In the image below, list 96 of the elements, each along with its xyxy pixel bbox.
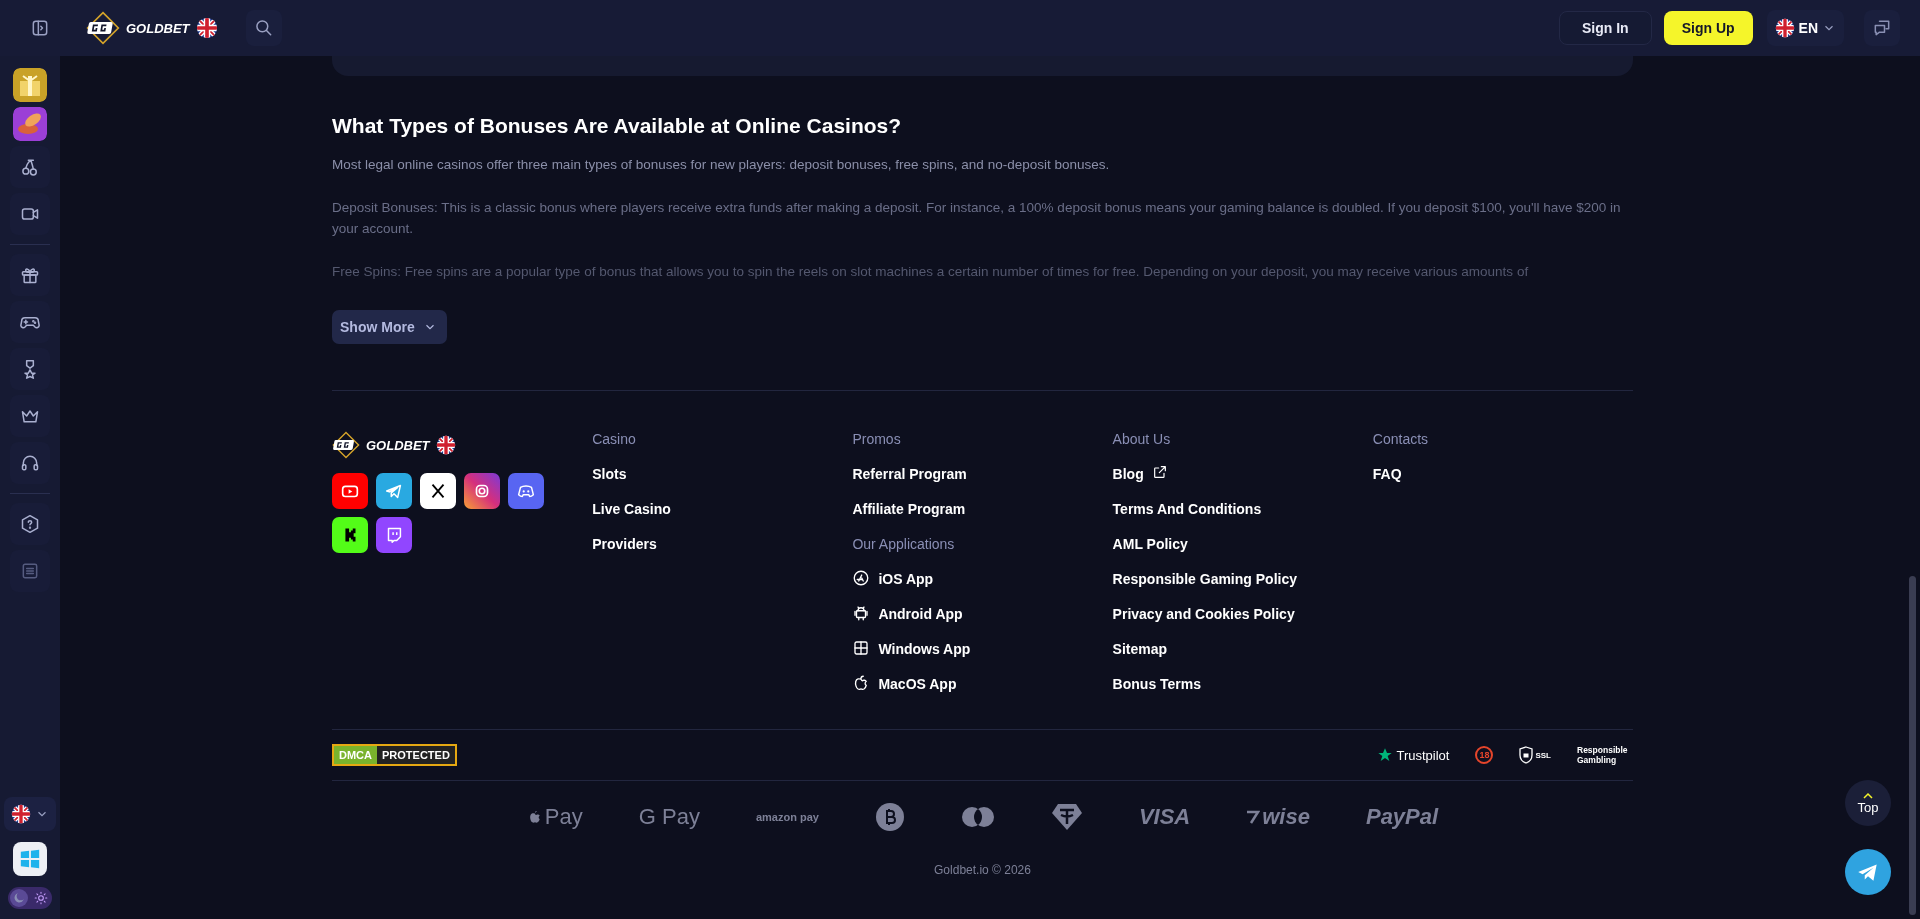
- chevron-up-icon: [1863, 791, 1873, 800]
- uk-flag-icon: [195, 17, 218, 39]
- windows-app-button[interactable]: [13, 842, 47, 876]
- list-icon: [20, 561, 40, 581]
- footer-link[interactable]: Privacy and Cookies Policy: [1112, 606, 1295, 641]
- footer-link[interactable]: Bonus Terms: [1112, 676, 1202, 711]
- x-logo-button[interactable]: [420, 473, 456, 509]
- show-more-button[interactable]: Show More: [332, 310, 447, 344]
- footer-link[interactable]: Android App: [852, 606, 963, 641]
- sun-icon: [34, 891, 48, 905]
- discord-button[interactable]: [508, 473, 544, 509]
- mastercard-icon: [960, 806, 995, 828]
- trustpilot-logo: Trustpilot: [1377, 747, 1450, 763]
- theme-toggle[interactable]: [8, 887, 52, 909]
- footer-link[interactable]: Live Casino: [592, 501, 671, 536]
- crown-button[interactable]: [10, 395, 50, 437]
- moon-icon: [12, 891, 26, 905]
- sign-in-button[interactable]: Sign In: [1559, 11, 1652, 45]
- help-icon: [20, 514, 40, 534]
- telegram-button[interactable]: [376, 473, 412, 509]
- footer-heading: Contacts: [1372, 431, 1430, 449]
- footer-link[interactable]: Responsible Gaming Policy: [1112, 571, 1297, 606]
- sidebar-toggle-icon: [30, 18, 50, 38]
- search-button[interactable]: [245, 10, 282, 46]
- article-paragraph: Free Spins: Free spins are a popular type of bonus that allows you to spin the reels on slot machines a certain number of times for free. Depending on your deposit, you may receive various amounts of: [332, 263, 1530, 281]
- scroll-to-top-button[interactable]: Top: [1845, 780, 1891, 826]
- footer-link[interactable]: Providers: [592, 536, 657, 571]
- tether-icon: [1050, 803, 1083, 831]
- age-restriction-badge: 18: [1475, 746, 1494, 764]
- responsible-gambling-logo: Responsible Gambling: [1577, 745, 1629, 765]
- brand-name: GOLDBET: [126, 20, 190, 36]
- logo-icon: [86, 11, 120, 45]
- shield-lock-icon: [1519, 746, 1534, 764]
- uk-flag-icon: [435, 435, 456, 455]
- wise-logo: wise: [1246, 804, 1310, 830]
- sign-up-button[interactable]: Sign Up: [1663, 11, 1753, 45]
- chat-bubbles-icon: [1872, 18, 1892, 38]
- cherries-button[interactable]: [10, 146, 50, 188]
- app-store-icon: [852, 569, 871, 587]
- youtube-button[interactable]: [332, 473, 368, 509]
- apple-pay-logo: Pay: [526, 804, 583, 830]
- footer-link[interactable]: Affiliate Program: [852, 501, 966, 536]
- amazon-pay-logo: amazon pay: [755, 811, 819, 823]
- logo-icon: [332, 431, 360, 459]
- footer-link[interactable]: MacOS App: [852, 676, 957, 711]
- copyright-text: Goldbet.io © 2026: [933, 863, 1032, 877]
- search-icon: [253, 18, 274, 38]
- headset-button[interactable]: [10, 442, 50, 484]
- language-selector[interactable]: [4, 797, 56, 831]
- article-paragraph: Deposit Bonuses: This is a classic bonus where players receive extra funds after making a deposit. For instance, a 100% deposit bonus means your gaming balance is doubled. If you deposit $100, you'll have $200 in your account.: [332, 199, 1622, 238]
- footer-link[interactable]: FAQ: [1372, 466, 1402, 501]
- footer-link[interactable]: Sitemap: [1112, 641, 1168, 676]
- instagram-button[interactable]: [464, 473, 500, 509]
- footer-link[interactable]: Windows App: [852, 641, 971, 676]
- ssl-secured-label: SSL: [1519, 746, 1551, 764]
- google-pay-logo: G Pay: [638, 804, 700, 830]
- brand-name: GOLDBET: [366, 437, 430, 453]
- cherries-icon: [20, 157, 40, 177]
- payment-logo: VISA: [1138, 804, 1191, 830]
- article-paragraph: Most legal online casinos offer three main types of bonuses for new players: deposit bonuses, free spins, and no-deposit bonuses.: [332, 156, 1111, 174]
- dmca-protected-badge[interactable]: DMCA PROTECTED: [332, 744, 457, 766]
- help-button[interactable]: [10, 503, 50, 545]
- k-logo-button[interactable]: [332, 517, 368, 553]
- article-heading: What Types of Bonuses Are Available at Online Casinos?: [332, 114, 903, 138]
- medal-button[interactable]: [10, 348, 50, 390]
- gift-icon: [20, 265, 40, 285]
- footer-heading: About Us: [1112, 431, 1172, 449]
- payment-logo: PayPal: [1365, 804, 1439, 830]
- android-icon: [852, 604, 871, 622]
- language-selector[interactable]: EN: [1766, 10, 1844, 46]
- star-icon: [1377, 747, 1394, 763]
- footer-link[interactable]: Blog: [1112, 466, 1168, 501]
- gamepad-button[interactable]: [10, 301, 50, 343]
- twitch-button[interactable]: [376, 517, 412, 553]
- windows-icon: [852, 639, 871, 657]
- wise-flag-icon: [1246, 810, 1261, 824]
- coin-tile[interactable]: [13, 107, 47, 141]
- bitcoin-icon: [874, 802, 905, 832]
- footer-link[interactable]: Referral Program: [852, 466, 967, 501]
- footer-link[interactable]: iOS App: [852, 571, 934, 606]
- footer-heading: Casino: [592, 431, 637, 449]
- uk-flag-icon: [11, 804, 31, 824]
- windows-icon: [19, 848, 41, 870]
- list-button[interactable]: [10, 550, 50, 592]
- footer-link[interactable]: AML Policy: [1112, 536, 1188, 571]
- gift-button[interactable]: [10, 254, 50, 296]
- footer-link[interactable]: Terms And Conditions: [1112, 501, 1262, 536]
- telegram-button[interactable]: [1845, 849, 1891, 895]
- video-camera-button[interactable]: [10, 193, 50, 235]
- uk-flag-icon: [1774, 18, 1795, 38]
- chat-button[interactable]: [1864, 10, 1900, 46]
- gift-box-tile[interactable]: [13, 68, 47, 102]
- footer-link[interactable]: Slots: [592, 466, 627, 501]
- headset-icon: [20, 453, 40, 473]
- footer-heading: Promos: [852, 431, 902, 449]
- footer-heading: Our Applications: [852, 536, 956, 554]
